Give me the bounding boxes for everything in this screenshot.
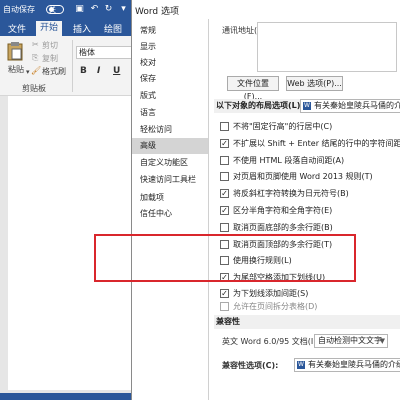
tab-insert[interactable]: 插入 [73, 22, 91, 35]
option-checkbox-checked[interactable]: ✓ [220, 189, 229, 198]
nav-item-advanced[interactable]: 高级 [132, 138, 208, 154]
web-options-button[interactable]: Web 选项(P)... [286, 76, 343, 91]
chevron-down-icon: ▼ [379, 337, 385, 345]
compat-document-select[interactable]: W 有关秦始皇陵兵马俑的介绍.docx [294, 358, 400, 372]
ribbon-tab-bar: 文件 开始 插入 绘图 [0, 19, 140, 36]
option-checkbox[interactable] [220, 156, 229, 165]
option-checkbox[interactable] [220, 172, 229, 181]
option-row[interactable]: 对页眉和页脚使用 Word 2013 规则(T) [220, 171, 400, 183]
option-row[interactable]: 不使用 HTML 段落自动间距(A) [220, 155, 400, 167]
autosave-toggle-state: 关 [49, 6, 56, 14]
redo-icon[interactable]: ↻ [103, 3, 114, 15]
option-checkbox[interactable] [220, 122, 229, 131]
word95-label: 英文 Word 6.0/95 文档(I): [222, 337, 320, 346]
nav-item-trust-center[interactable]: 信任中心 [132, 206, 208, 222]
option-label: 不将"固定行高"的行居中(C) [233, 122, 333, 131]
option-label: 对页眉和页脚使用 Word 2013 规则(T) [233, 172, 373, 181]
tab-file[interactable]: 文件 [8, 22, 26, 35]
option-label: 不使用 HTML 段落自动间距(A) [233, 156, 345, 165]
nav-item-display[interactable]: 显示 [132, 39, 208, 55]
advanced-options-panel: 通讯地址(D): 文件位置(F)... Web 选项(P)... 以下对象的布局… [210, 19, 400, 400]
copy-icon[interactable]: ⎘ [32, 53, 38, 63]
save-icon[interactable]: ▣ [74, 3, 85, 15]
copy-button[interactable]: 复制 [42, 53, 58, 64]
tab-draw[interactable]: 绘图 [104, 22, 122, 35]
nav-item-general[interactable]: 常规 [132, 23, 208, 39]
nav-item-proofing[interactable]: 校对 [132, 55, 208, 71]
layout-document-select[interactable]: W 有关秦始皇陵兵马俑的介 [300, 99, 400, 113]
bold-button[interactable]: B [80, 66, 87, 76]
compat-options-label: 兼容性选项(C): [222, 361, 279, 370]
nav-item-typography[interactable]: 版式 [132, 88, 208, 104]
option-label: 取消页面底部的多余行距(B) [233, 223, 333, 232]
word-doc-icon: W [303, 102, 311, 110]
clipboard-group-label: 剪贴板 [22, 84, 46, 93]
option-row[interactable]: 允许在页间拆分表格(D) [220, 301, 400, 313]
nav-item-customize-ribbon[interactable]: 自定义功能区 [132, 155, 208, 171]
nav-item-language[interactable]: 语言 [132, 105, 208, 121]
option-checkbox[interactable] [220, 302, 229, 311]
layout-options-label: 以下对象的布局选项(L): [216, 101, 304, 110]
option-row[interactable]: ✓ 区分半角字符和全角字符(E) [220, 205, 400, 217]
file-locations-button[interactable]: 文件位置(F)... [227, 76, 279, 101]
paste-icon[interactable] [6, 41, 24, 61]
option-row[interactable]: 取消页面底部的多余行距(B) [220, 222, 400, 234]
option-row[interactable]: ✓ 将反斜杠字符转换为日元符号(B) [220, 188, 400, 200]
layout-document-name: 有关秦始皇陵兵马俑的介 [314, 101, 400, 110]
customize-toolbar-icon[interactable]: ▾ [118, 3, 129, 15]
format-painter-icon[interactable]: 🖌 [31, 66, 41, 75]
option-label: 将反斜杠字符转换为日元符号(B) [233, 189, 349, 198]
autosave-label: 自动保存 [3, 5, 35, 14]
option-checkbox-checked[interactable]: ✓ [220, 289, 229, 298]
options-nav: 常规 显示 校对 保存 版式 语言 轻松访问 高级 自定义功能区 快速访问工具栏… [132, 19, 209, 400]
option-label: 区分半角字符和全角字符(E) [233, 206, 333, 215]
word95-value: 自动检测中文文字 [318, 336, 382, 345]
word-options-dialog: Word 选项 常规 显示 校对 保存 版式 语言 轻松访问 高级 自定义功能区… [131, 0, 400, 400]
option-checkbox[interactable] [220, 223, 229, 232]
compatibility-section: 兼容性 [214, 315, 400, 329]
option-row[interactable]: ✓ 为下划线添加间距(S) [220, 288, 400, 300]
cut-button[interactable]: 剪切 [42, 40, 58, 51]
ribbon-divider [72, 40, 73, 92]
option-row[interactable]: ✓ 不扩展以 Shift + Enter 结尾的行中的字符间距( [220, 138, 400, 150]
word-title-bar: 自动保存 关 ▣ ↶ ↻ ▾ [0, 0, 140, 19]
option-checkbox-checked[interactable]: ✓ [220, 206, 229, 215]
status-bar [0, 393, 140, 400]
nav-item-accessibility[interactable]: 轻松访问 [132, 122, 208, 138]
cut-icon[interactable]: ✂ [32, 40, 39, 49]
compatibility-section-label: 兼容性 [216, 317, 240, 326]
option-checkbox-checked[interactable]: ✓ [220, 139, 229, 148]
nav-item-quick-access-toolbar[interactable]: 快速访问工具栏 [132, 172, 208, 188]
format-painter-button[interactable]: 格式刷 [42, 66, 66, 77]
tab-home[interactable]: 开始 [36, 21, 63, 36]
italic-button[interactable]: I [97, 66, 100, 76]
option-row[interactable]: 不将"固定行高"的行居中(C) [220, 121, 400, 133]
word95-select[interactable]: 自动检测中文文字 ▼ [314, 334, 388, 348]
mailing-address-field[interactable] [257, 22, 397, 72]
undo-icon[interactable]: ↶ [89, 3, 100, 15]
underline-button[interactable]: U [113, 66, 120, 76]
dialog-title: Word 选项 [135, 7, 179, 17]
word-doc-icon: W [297, 361, 305, 369]
compat-document-name: 有关秦始皇陵兵马俑的介绍.docx [308, 360, 400, 369]
nav-item-add-ins[interactable]: 加载项 [132, 190, 208, 206]
option-label: 不扩展以 Shift + Enter 结尾的行中的字符间距( [233, 139, 400, 148]
paste-dropdown-icon[interactable]: ▾ [26, 68, 30, 76]
ribbon-home: 粘贴 ▾ ✂ 剪切 ⎘ 复制 🖌 格式刷 剪贴板 楷体 B I U [0, 36, 140, 96]
paste-button[interactable]: 粘贴 [8, 64, 24, 75]
option-label: 允许在页间拆分表格(D) [233, 302, 318, 311]
nav-item-save[interactable]: 保存 [132, 71, 208, 87]
option-label: 为下划线添加间距(S) [233, 289, 309, 298]
highlight-annotation-box [94, 234, 356, 282]
